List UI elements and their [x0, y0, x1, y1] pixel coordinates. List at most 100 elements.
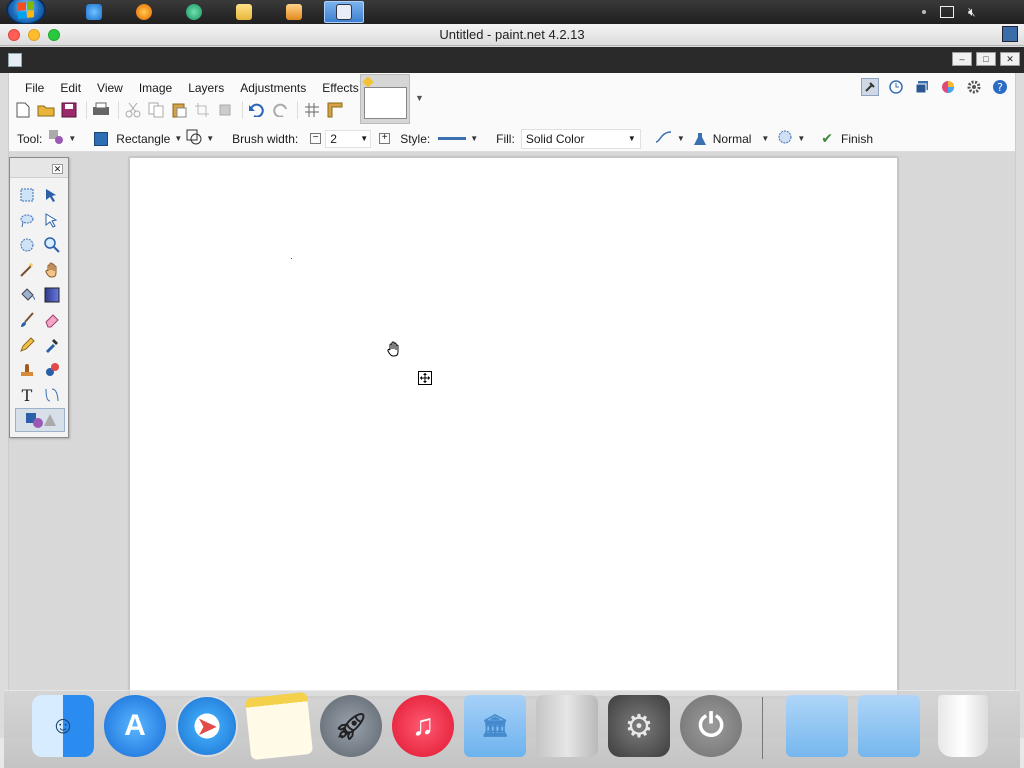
clock[interactable]	[990, 6, 1014, 18]
maximize-icon[interactable]: □	[976, 52, 996, 66]
copy-icon[interactable]	[146, 100, 166, 120]
gradient-icon[interactable]	[40, 283, 64, 307]
color-picker-icon[interactable]	[40, 333, 64, 357]
blend-mode-icon[interactable]	[693, 132, 707, 146]
new-icon[interactable]	[13, 100, 33, 120]
app-icon[interactable]	[8, 53, 22, 67]
antialiasing-dropdown-icon[interactable]: ▼	[677, 134, 685, 143]
colors-window-toggle-icon[interactable]	[939, 78, 957, 96]
safari-icon[interactable]: ➤	[176, 695, 238, 757]
line-style-icon[interactable]	[438, 137, 467, 140]
start-button[interactable]	[6, 0, 46, 25]
open-icon[interactable]	[36, 100, 56, 120]
shape-type-dropdown-icon[interactable]: ▼	[174, 134, 182, 143]
taskbar-firefox[interactable]	[124, 1, 164, 23]
launchpad-icon[interactable]: 🚀︎	[320, 695, 382, 757]
menu-image[interactable]: Image	[131, 79, 180, 97]
ellipse-select-icon[interactable]	[15, 233, 39, 257]
undo-icon[interactable]	[247, 100, 267, 120]
folder-icon[interactable]	[786, 695, 848, 757]
print-icon[interactable]	[91, 100, 111, 120]
taskbar-media-player[interactable]	[274, 1, 314, 23]
minimize-icon[interactable]: –	[952, 52, 972, 66]
paste-icon[interactable]	[169, 100, 189, 120]
line-style-dropdown-icon[interactable]: ▼	[470, 134, 478, 143]
tools-window-header[interactable]: ✕	[10, 158, 68, 178]
taskbar-explorer[interactable]	[224, 1, 264, 23]
finder-icon[interactable]: ☺	[32, 695, 94, 757]
crop-icon[interactable]	[192, 100, 212, 120]
paint-bucket-icon[interactable]	[15, 283, 39, 307]
image-thumbnail-tab[interactable]	[360, 74, 410, 124]
image-canvas[interactable]	[129, 157, 898, 697]
selection-mode-icon[interactable]	[777, 129, 793, 148]
deselect-icon[interactable]	[215, 100, 235, 120]
selection-mode-dropdown-icon[interactable]: ▼	[797, 134, 805, 143]
zoom-icon[interactable]	[40, 233, 64, 257]
draw-shape-mode-dropdown-icon[interactable]: ▼	[206, 134, 214, 143]
system-preferences-icon[interactable]: ⚙	[608, 695, 670, 757]
fill-dropdown-icon[interactable]: ▼	[628, 130, 636, 148]
fill-select[interactable]: Solid Color ▼	[520, 128, 641, 149]
menu-view[interactable]: View	[89, 79, 131, 97]
clone-stamp-icon[interactable]	[15, 358, 39, 382]
image-list-dropdown-icon[interactable]: ▼	[415, 93, 424, 103]
shapes-icon[interactable]	[15, 408, 65, 432]
shape-type-label[interactable]: Rectangle	[116, 132, 170, 146]
close-icon[interactable]: ✕	[1000, 52, 1020, 66]
taskbar-internet-explorer[interactable]	[74, 1, 114, 23]
history-window-toggle-icon[interactable]	[887, 78, 905, 96]
antialiasing-icon[interactable]	[655, 130, 673, 147]
mac-pro-icon[interactable]	[536, 695, 598, 757]
library-folder-icon[interactable]: 🏛︎	[464, 695, 526, 757]
tools-close-icon[interactable]: ✕	[52, 164, 63, 174]
help-icon[interactable]: ?	[991, 78, 1009, 96]
taskbar-app-green[interactable]	[174, 1, 214, 23]
brush-width-input[interactable]: 2 ▼	[325, 129, 372, 148]
grid-icon[interactable]	[302, 100, 322, 120]
layers-window-toggle-icon[interactable]	[913, 78, 931, 96]
menu-effects[interactable]: Effects	[314, 79, 366, 97]
blend-mode-dropdown-icon[interactable]: ▼	[761, 134, 769, 143]
menu-layers[interactable]: Layers	[180, 79, 232, 97]
settings-gear-icon[interactable]	[965, 78, 983, 96]
lasso-select-icon[interactable]	[15, 208, 39, 232]
cut-icon[interactable]	[123, 100, 143, 120]
rectangle-select-icon[interactable]	[15, 183, 39, 207]
redo-icon[interactable]	[270, 100, 290, 120]
blend-mode-label[interactable]: Normal	[713, 132, 752, 146]
finish-check-icon[interactable]: ✔	[821, 130, 833, 147]
brush-width-decrease-icon[interactable]: −	[310, 133, 322, 144]
taskbar-paint-net[interactable]	[324, 1, 364, 23]
documents-folder-icon[interactable]	[858, 695, 920, 757]
menu-file[interactable]: File	[17, 79, 52, 97]
move-selection-icon[interactable]	[40, 183, 64, 207]
move-handle-icon[interactable]	[418, 371, 432, 385]
tools-window-toggle-icon[interactable]	[861, 78, 879, 96]
draw-shape-mode-icon[interactable]	[186, 129, 202, 148]
magic-wand-icon[interactable]	[15, 258, 39, 282]
notes-icon[interactable]	[244, 691, 314, 761]
finish-button[interactable]: Finish	[841, 132, 873, 146]
line-curve-icon[interactable]	[40, 383, 64, 407]
save-icon[interactable]	[59, 100, 79, 120]
current-tool-shapes-icon[interactable]	[48, 129, 64, 148]
paintbrush-icon[interactable]	[15, 308, 39, 332]
power-icon[interactable]: ⏻	[680, 695, 742, 757]
eraser-icon[interactable]	[40, 308, 64, 332]
recolor-icon[interactable]	[40, 358, 64, 382]
volume-muted-icon[interactable]: 🔇︎	[968, 5, 976, 20]
tool-dropdown-icon[interactable]: ▼	[68, 134, 76, 143]
menu-adjustments[interactable]: Adjustments	[232, 79, 314, 97]
pencil-icon[interactable]	[15, 333, 39, 357]
pan-icon[interactable]	[40, 258, 64, 282]
shape-type-icon[interactable]	[94, 131, 109, 146]
menu-edit[interactable]: Edit	[52, 79, 89, 97]
brush-width-increase-icon[interactable]: +	[379, 133, 391, 144]
trash-icon[interactable]	[938, 695, 988, 757]
move-selected-icon[interactable]	[40, 208, 64, 232]
action-center-icon[interactable]	[939, 6, 954, 18]
app-store-icon[interactable]: A	[104, 695, 166, 757]
text-icon[interactable]: T	[15, 383, 39, 407]
ruler-icon[interactable]	[325, 100, 345, 120]
